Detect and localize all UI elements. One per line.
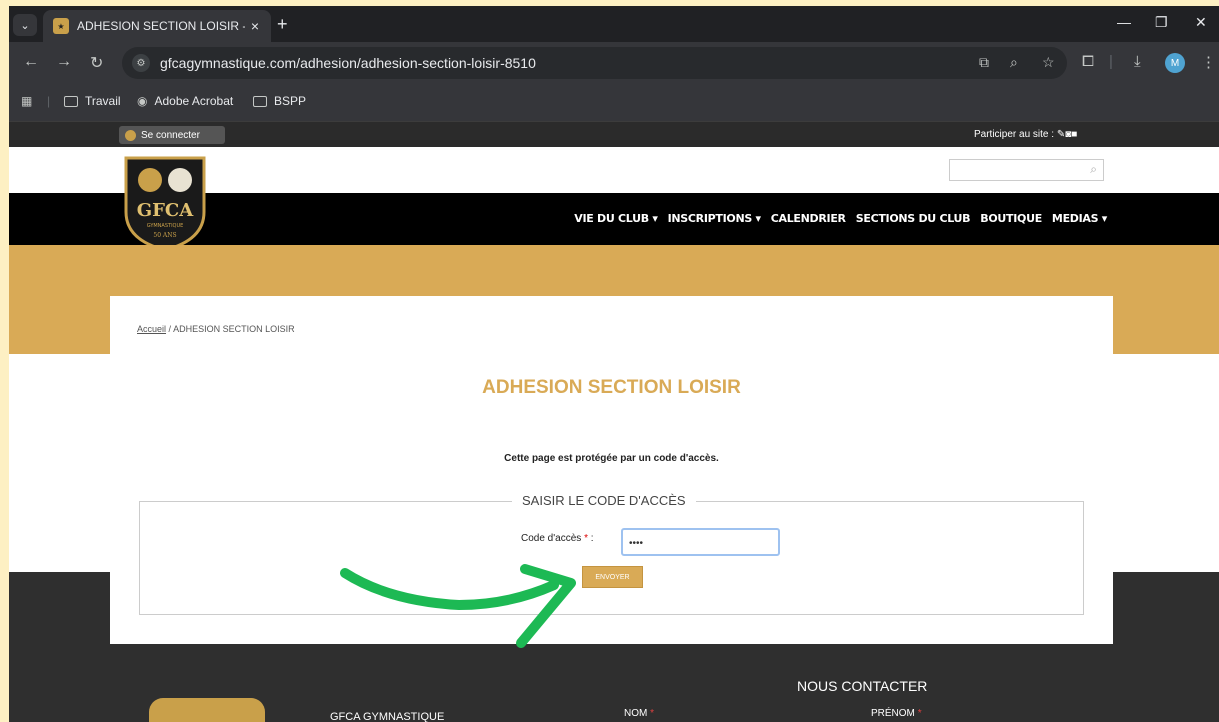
site-info-icon[interactable]: ⚙ xyxy=(132,54,150,72)
bookmark-star-icon[interactable]: ☆ xyxy=(1042,54,1055,71)
reload-icon[interactable]: ↻ xyxy=(90,53,103,73)
user-icon xyxy=(125,129,136,141)
back-icon[interactable]: ← xyxy=(23,53,39,71)
footer-club-name: GFCA GYMNASTIQUE xyxy=(330,711,445,722)
nav-boutique[interactable]: BOUTIQUE xyxy=(980,212,1042,225)
login-button[interactable]: Se connecter xyxy=(119,126,225,144)
protected-message: Cette page est protégée par un code d'ac… xyxy=(504,453,719,464)
cast-icon[interactable]: ⧉ xyxy=(979,54,989,71)
svg-text:50 ANS: 50 ANS xyxy=(153,232,176,239)
bookmark-label: BSPP xyxy=(274,94,307,108)
globe-icon: ◉ xyxy=(137,94,148,108)
access-code-input[interactable]: •••• xyxy=(621,528,780,556)
forward-icon[interactable]: → xyxy=(56,53,72,71)
nav-calendrier[interactable]: CALENDRIER xyxy=(771,212,846,225)
code-label: Code d'accès * : xyxy=(521,533,594,544)
extensions-icon[interactable]: ⧠ xyxy=(1082,53,1094,70)
toolbar-divider: | xyxy=(1109,53,1113,70)
url-text[interactable]: gfcagymnastique.com/adhesion/adhesion-se… xyxy=(160,55,536,71)
tab-title: ADHESION SECTION LOISIR - G xyxy=(77,19,245,33)
access-code-fieldset: SAISIR LE CODE D'ACCÈS Code d'accès * : … xyxy=(139,493,1084,615)
participate-label: Participer au site : xyxy=(974,129,1055,140)
footer-logo xyxy=(149,698,265,722)
svg-text:GFCA: GFCA xyxy=(137,200,194,221)
breadcrumb: Accueil / ADHESION SECTION LOISIR xyxy=(137,324,295,334)
site-top-bar: Se connecter Participer au site : ✎◙■ xyxy=(9,122,1219,147)
prenom-label: PRÉNOM * xyxy=(871,708,922,719)
folder-icon xyxy=(64,95,78,107)
bookmark-adobe-acrobat[interactable]: ◉ Adobe Acrobat xyxy=(137,94,233,108)
tab-close-icon[interactable]: × xyxy=(245,18,265,34)
breadcrumb-current: ADHESION SECTION LOISIR xyxy=(173,324,295,334)
bookmark-label: Adobe Acrobat xyxy=(154,94,234,108)
fieldset-legend: SAISIR LE CODE D'ACCÈS xyxy=(512,493,696,508)
page-title: ADHESION SECTION LOISIR xyxy=(482,377,741,398)
site-logo[interactable]: GFCA GYMNASTIQUE 50 ANS xyxy=(120,154,210,252)
participate-bar: Participer au site : ✎◙■ xyxy=(974,129,1077,140)
nom-label: NOM * xyxy=(624,708,655,719)
nav-vie-du-club[interactable]: VIE DU CLUB ▾ xyxy=(574,212,658,225)
nav-medias[interactable]: MEDIAS ▾ xyxy=(1052,212,1107,225)
contact-title: NOUS CONTACTER xyxy=(797,678,928,694)
browser-toolbar: ← → ↻ ⚙ gfcagymnastique.com/adhesion/adh… xyxy=(9,42,1219,84)
minimize-icon[interactable]: — xyxy=(1117,14,1131,30)
nav-sections-du-club[interactable]: SECTIONS DU CLUB xyxy=(856,212,971,225)
bookmarks-divider: | xyxy=(47,94,51,108)
download-icon[interactable]: ⤓ xyxy=(1134,53,1141,70)
login-label: Se connecter xyxy=(141,129,200,141)
close-window-icon[interactable]: ✕ xyxy=(1195,14,1207,31)
site-search-input[interactable]: ⌕ xyxy=(949,159,1104,181)
bookmark-label: Travail xyxy=(85,94,121,108)
tab-strip: ⌄ ★ ADHESION SECTION LOISIR - G × + — ❐ … xyxy=(9,6,1219,42)
site-favicon-icon: ★ xyxy=(53,18,69,34)
content-card: Accueil / ADHESION SECTION LOISIR ADHESI… xyxy=(110,296,1113,644)
breadcrumb-home-link[interactable]: Accueil xyxy=(137,324,166,334)
green-arrow-annotation xyxy=(340,564,576,648)
restore-icon[interactable]: ❐ xyxy=(1155,14,1168,31)
zoom-icon[interactable]: ⌕ xyxy=(1010,54,1018,71)
edit-icon[interactable]: ✎ xyxy=(1057,129,1065,140)
tab-search-icon[interactable]: ⌄ xyxy=(13,14,37,36)
menu-icon[interactable]: ⋮ xyxy=(1201,53,1216,71)
breadcrumb-separator: / xyxy=(168,324,172,334)
prenom-label-text: PRÉNOM xyxy=(871,708,915,719)
nom-label-text: NOM xyxy=(624,708,648,719)
nav-inscriptions[interactable]: INSCRIPTIONS ▾ xyxy=(668,212,761,225)
folder-icon xyxy=(253,95,267,107)
bookmark-bspp[interactable]: BSPP xyxy=(253,94,306,108)
svg-text:GYMNASTIQUE: GYMNASTIQUE xyxy=(147,223,184,229)
apps-icon[interactable]: ▦ xyxy=(21,94,39,108)
search-icon[interactable]: ⌕ xyxy=(1090,162,1097,177)
profile-avatar[interactable]: M xyxy=(1165,53,1185,73)
browser-tab[interactable]: ★ ADHESION SECTION LOISIR - G × xyxy=(43,10,271,42)
video-icon[interactable]: ■ xyxy=(1071,129,1077,140)
send-button[interactable]: ENVOYER xyxy=(582,566,643,588)
new-tab-icon[interactable]: + xyxy=(277,14,288,35)
bookmarks-bar: ▦ | Travail ◉ Adobe Acrobat BSPP xyxy=(9,84,1219,122)
address-bar[interactable]: ⚙ gfcagymnastique.com/adhesion/adhesion-… xyxy=(122,47,1067,79)
bookmark-travail[interactable]: Travail xyxy=(64,94,121,108)
code-label-text: Code d'accès xyxy=(521,533,582,544)
browser-window: ⌄ ★ ADHESION SECTION LOISIR - G × + — ❐ … xyxy=(9,6,1219,722)
